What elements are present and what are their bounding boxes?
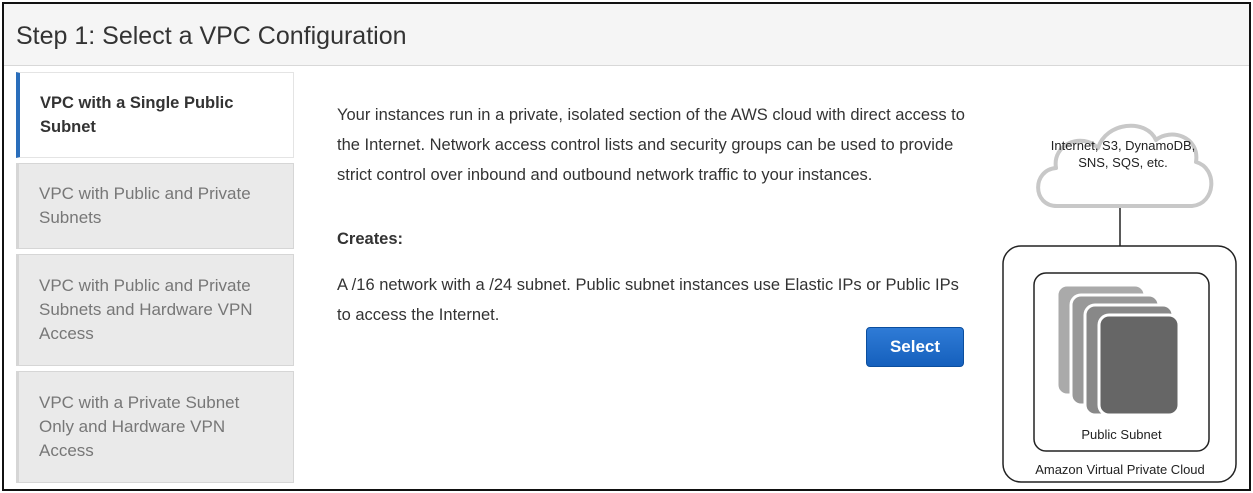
sidebar-item-private-subnet-vpn[interactable]: VPC with a Private Subnet Only and Hardw… <box>16 371 294 483</box>
sidebar-item-public-private-vpn[interactable]: VPC with Public and Private Subnets and … <box>16 254 294 366</box>
sidebar-item-public-private-subnets[interactable]: VPC with Public and Private Subnets <box>16 163 294 249</box>
sidebar-item-label: VPC with Public and Private Subnets <box>39 184 251 227</box>
sidebar-item-single-public-subnet[interactable]: VPC with a Single Public Subnet <box>16 72 294 158</box>
vpc-label: Amazon Virtual Private Cloud <box>1035 462 1205 477</box>
vpc-wizard-frame: Step 1: Select a VPC Configuration VPC w… <box>2 2 1251 491</box>
subnet-label: Public Subnet <box>1081 427 1162 442</box>
sidebar-item-label: VPC with a Private Subnet Only and Hardw… <box>39 393 240 460</box>
creates-heading: Creates: <box>337 230 404 248</box>
vpc-diagram: Internet, S3, DynamoDB, SNS, SQS, etc. P… <box>994 88 1244 488</box>
sidebar-item-label: VPC with Public and Private Subnets and … <box>39 276 253 343</box>
sidebar-item-label: VPC with a Single Public Subnet <box>40 94 234 136</box>
creates-description: A /16 network with a /24 subnet. Public … <box>337 276 959 324</box>
instances-icon <box>1055 283 1181 417</box>
page-title: Step 1: Select a VPC Configuration <box>16 22 407 50</box>
select-button[interactable]: Select <box>866 327 964 367</box>
page-header: Step 1: Select a VPC Configuration <box>4 4 1249 66</box>
configuration-description: Your instances run in a private, isolate… <box>337 106 965 184</box>
cloud-services-text: Internet, S3, DynamoDB, SNS, SQS, etc. <box>1050 138 1196 170</box>
